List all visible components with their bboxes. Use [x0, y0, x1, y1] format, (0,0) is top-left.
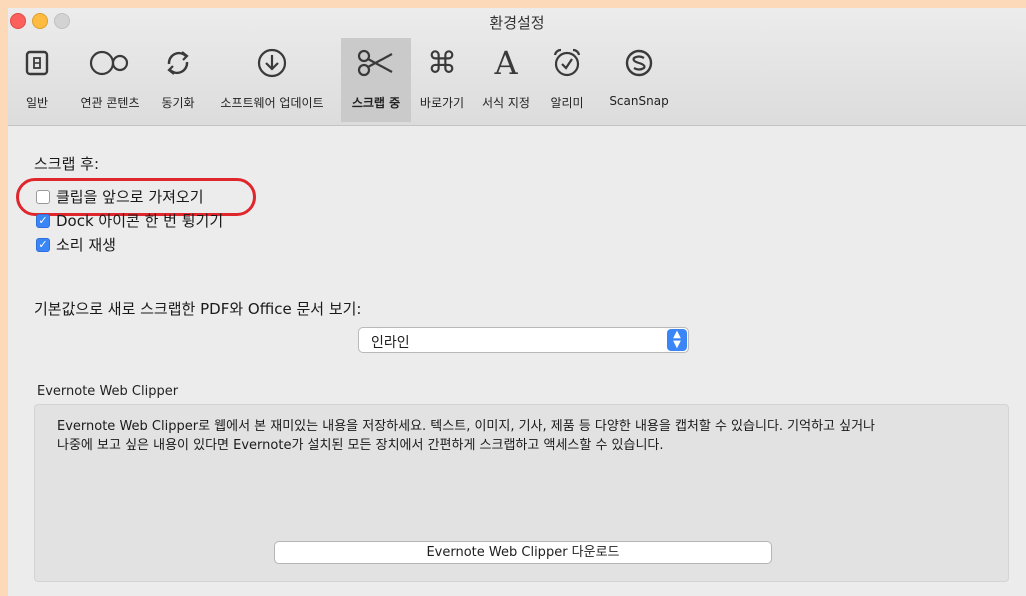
sync-icon: [163, 38, 193, 88]
web-clipper-group: Evernote Web Clipper로 웹에서 본 재미있는 내용을 저장하…: [34, 404, 1009, 582]
clipping-preferences-pane: 스크랩 후: 클립을 앞으로 가져오기 ✓ Dock 아이콘 한 번 튕기기 ✓…: [8, 126, 1026, 596]
option-play-sound[interactable]: ✓ 소리 재생: [36, 234, 116, 255]
related-content-icon: [86, 38, 134, 88]
font-icon: A: [494, 44, 518, 82]
tab-software-update[interactable]: 소프트웨어 업데이트: [210, 38, 334, 122]
preferences-toolbar: 일반 연관 콘텐츠 동기화 소프트웨어 업데이트 스크랩 중 ⌘ 바로가기 A …: [8, 38, 1026, 122]
web-clipper-description: Evernote Web Clipper로 웹에서 본 재미있는 내용을 저장하…: [57, 419, 876, 453]
checkbox-unchecked[interactable]: [36, 189, 50, 204]
stepper-arrows-icon: ▲ ▼: [667, 329, 687, 351]
download-web-clipper-button[interactable]: Evernote Web Clipper 다운로드: [274, 541, 772, 564]
checkbox-checked[interactable]: ✓: [36, 213, 50, 228]
checkbox-checked[interactable]: ✓: [36, 237, 50, 252]
scansnap-icon: [624, 38, 654, 88]
title-bar: 환경설정 일반 연관 콘텐츠 동기화 소프트웨어 업데이트 스크랩 중 ⌘ 바로…: [8, 8, 1026, 126]
tab-shortcuts[interactable]: ⌘ 바로가기: [414, 38, 470, 122]
general-icon: [24, 38, 50, 88]
option-bring-clip-forward[interactable]: 클립을 앞으로 가져오기: [36, 186, 204, 207]
scissors-icon: [356, 38, 396, 88]
tab-formatting[interactable]: A 서식 지정: [476, 38, 536, 122]
tab-general[interactable]: 일반: [17, 38, 57, 122]
tab-sync[interactable]: 동기화: [154, 38, 202, 122]
tab-related-content[interactable]: 연관 콘텐츠: [72, 38, 148, 122]
after-clip-heading: 스크랩 후:: [34, 155, 100, 173]
option-bounce-dock-icon[interactable]: ✓ Dock 아이콘 한 번 튕기기: [36, 210, 223, 231]
default-view-select[interactable]: 인라인 ▲ ▼: [358, 327, 689, 353]
tab-scansnap[interactable]: ScanSnap: [600, 38, 678, 122]
alarm-clock-icon: [551, 38, 583, 88]
command-icon: ⌘: [427, 45, 457, 81]
software-update-icon: [256, 38, 288, 88]
tab-clipping[interactable]: 스크랩 중: [341, 38, 411, 122]
default-view-label: 기본값으로 새로 스크랩한 PDF와 Office 문서 보기:: [34, 300, 362, 318]
web-clipper-group-title: Evernote Web Clipper: [37, 384, 179, 399]
window-title: 환경설정: [489, 14, 545, 32]
tab-notifications[interactable]: 알리미: [544, 38, 590, 122]
preferences-window: 환경설정 일반 연관 콘텐츠 동기화 소프트웨어 업데이트 스크랩 중 ⌘ 바로…: [8, 8, 1026, 596]
